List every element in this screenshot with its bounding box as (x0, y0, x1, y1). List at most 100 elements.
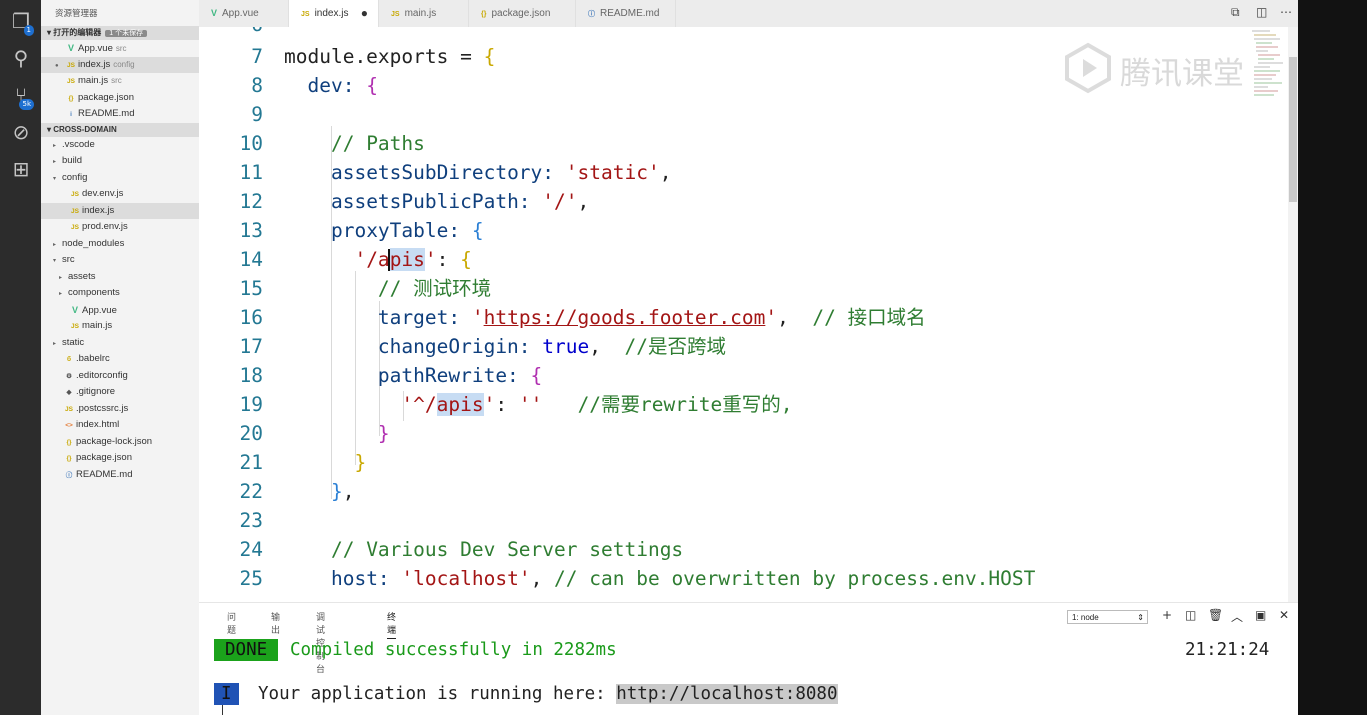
tree-item[interactable]: V App.vue (41, 302, 199, 319)
tree-item[interactable]: ⓘ README.md (41, 467, 199, 484)
done-badge: DONE (214, 639, 279, 661)
tree-item[interactable]: JS main.js (41, 318, 199, 335)
tab-index-js[interactable]: JS index.js ● (289, 0, 379, 27)
chevron-icon: ▾ (53, 175, 57, 182)
target-url-link[interactable]: https://goods.footer.com (484, 306, 766, 329)
code-token: pathRewrite: (377, 364, 531, 387)
tree-item[interactable]: ⚙ .editorconfig (41, 368, 199, 385)
files-icon[interactable]: ❐ 1 (8, 8, 34, 36)
open-editor-item[interactable]: {} package.json (41, 90, 199, 107)
project-header[interactable]: ▾ CROSS-DOMAIN (41, 122, 199, 137)
tree-item[interactable]: ◆ .gitignore (41, 384, 199, 401)
unsaved-badge: 1 个未保存 (105, 30, 148, 37)
tree-item[interactable]: ▸ assets (41, 269, 199, 286)
tab-app-vue[interactable]: V App.vue (199, 0, 289, 27)
tree-item[interactable]: ▸ components (41, 285, 199, 302)
tree-item[interactable]: {} package.json (41, 450, 199, 467)
tree-item[interactable]: {} package-lock.json (41, 434, 199, 451)
tree-item[interactable]: ▸ build (41, 153, 199, 170)
code-token: changeOrigin: (377, 335, 543, 358)
tree-item[interactable]: JS index.js (41, 202, 199, 219)
file-label: main.js (78, 75, 109, 86)
run-message-text: Your application is running here: (258, 684, 617, 704)
file-folder-hint: src (115, 44, 127, 53)
tree-item[interactable]: <> index.html (41, 417, 199, 434)
play-logo-icon (1065, 42, 1111, 94)
tab-problems[interactable]: 问题 (227, 610, 236, 636)
editor-scrollbar[interactable] (1288, 27, 1298, 602)
terminal-select[interactable]: 1: node ⇕ (1067, 610, 1148, 624)
file-type-icon: ◆ (66, 389, 72, 396)
code-string: 'static' (565, 161, 660, 184)
tree-item-label: .babelrc (76, 353, 110, 364)
trash-icon[interactable]: 🗑 (1208, 608, 1223, 622)
minimap[interactable] (1250, 27, 1286, 102)
open-editor-item[interactable]: i README.md (41, 106, 199, 123)
tree-item[interactable]: JS .postcssrc.js (41, 401, 199, 418)
file-folder-hint: config (113, 59, 135, 69)
tab-output[interactable]: 输出 (271, 610, 280, 636)
tab-terminal[interactable]: 终端 (387, 610, 397, 639)
code-string: '' (518, 393, 543, 416)
code-token: dev: (307, 74, 367, 97)
open-editor-item[interactable]: ● JS index.js config (41, 56, 199, 73)
project-label: CROSS-DOMAIN (53, 124, 117, 134)
open-editor-item[interactable]: JS main.js src (41, 73, 199, 90)
split-editor-icon[interactable]: ◫ (1256, 5, 1267, 19)
tree-item-label: prod.env.js (82, 221, 128, 232)
line-number: 24 (239, 538, 263, 561)
unsaved-dot-icon[interactable]: ● (361, 0, 368, 27)
terminal-select-value: 1: node (1072, 613, 1099, 622)
open-editors-header[interactable]: ▾ 打开的编辑器 1 个未保存 (41, 26, 199, 40)
tree-item[interactable]: JS dev.env.js (41, 186, 199, 203)
tree-item[interactable]: б .babelrc (41, 351, 199, 368)
chevron-up-icon[interactable]: ︿ (1231, 608, 1243, 625)
terminal-cursor (222, 705, 223, 715)
tab-label: package.json (491, 8, 551, 19)
close-icon[interactable]: ✕ (1279, 608, 1289, 622)
plus-icon[interactable]: + (1162, 608, 1172, 622)
chevron-icon: ▸ (53, 241, 57, 248)
tree-item[interactable]: ▾ src (41, 252, 199, 269)
code-comment: // 测试环境 (377, 277, 492, 300)
code-comment: // Paths (330, 132, 425, 155)
tab-main-js[interactable]: JS main.js (379, 0, 469, 27)
open-changes-icon[interactable]: ⧉ (1231, 5, 1240, 20)
compile-message: Compiled successfully in 2282ms (290, 640, 617, 660)
tree-item-label: App.vue (82, 304, 117, 316)
code-editor[interactable]: 6 7module.exports = { 8 dev: { 9 10 // P… (199, 27, 1298, 602)
line-number: 21 (239, 451, 263, 474)
json-file-icon: {} (481, 11, 487, 18)
tab-label: main.js (404, 8, 437, 19)
unsaved-dot-icon: ● (55, 62, 59, 69)
js-file-icon: JS (301, 11, 310, 18)
more-actions-icon[interactable]: ⋯ (1280, 5, 1292, 19)
extensions-icon[interactable]: ⊞ (8, 156, 34, 182)
line-number: 25 (239, 567, 263, 590)
git-icon[interactable]: ⑂ 5k (8, 82, 34, 110)
open-editor-item[interactable]: V App.vue src (41, 40, 199, 57)
tree-item[interactable]: ▸ node_modules (41, 236, 199, 253)
split-terminal-icon[interactable]: ◫ (1185, 608, 1196, 622)
file-type-icon: ⚙ (66, 372, 72, 380)
tab-readme-md[interactable]: ⓘ README.md (576, 0, 676, 27)
debug-icon[interactable]: ⊘ (8, 119, 34, 145)
tree-item-label: .gitignore (76, 386, 116, 397)
scrollbar-thumb[interactable] (1289, 57, 1297, 202)
tab-package-json[interactable]: {} package.json (469, 0, 576, 27)
local-url-link[interactable]: http://localhost:8080 (616, 684, 838, 704)
tree-item[interactable]: JS prod.env.js (41, 219, 199, 236)
tree-item[interactable]: ▸ static (41, 335, 199, 352)
panel-layout-icon[interactable]: ▣ (1255, 608, 1266, 622)
file-type-icon: JS (71, 191, 79, 198)
tree-item[interactable]: ▸ .vscode (41, 137, 199, 154)
chevron-icon: ▸ (53, 340, 57, 347)
search-icon[interactable]: ⚲ (8, 45, 34, 71)
code-token: module.exports = (284, 45, 484, 68)
line-number: 19 (239, 393, 263, 416)
info-file-icon: ⓘ (588, 11, 595, 18)
tree-item[interactable]: ▾ config (41, 170, 199, 187)
chevron-updown-icon: ⇕ (1137, 613, 1144, 622)
watermark-text: 腾讯课堂 (1120, 56, 1244, 92)
tree-item-label: .vscode (62, 138, 95, 150)
